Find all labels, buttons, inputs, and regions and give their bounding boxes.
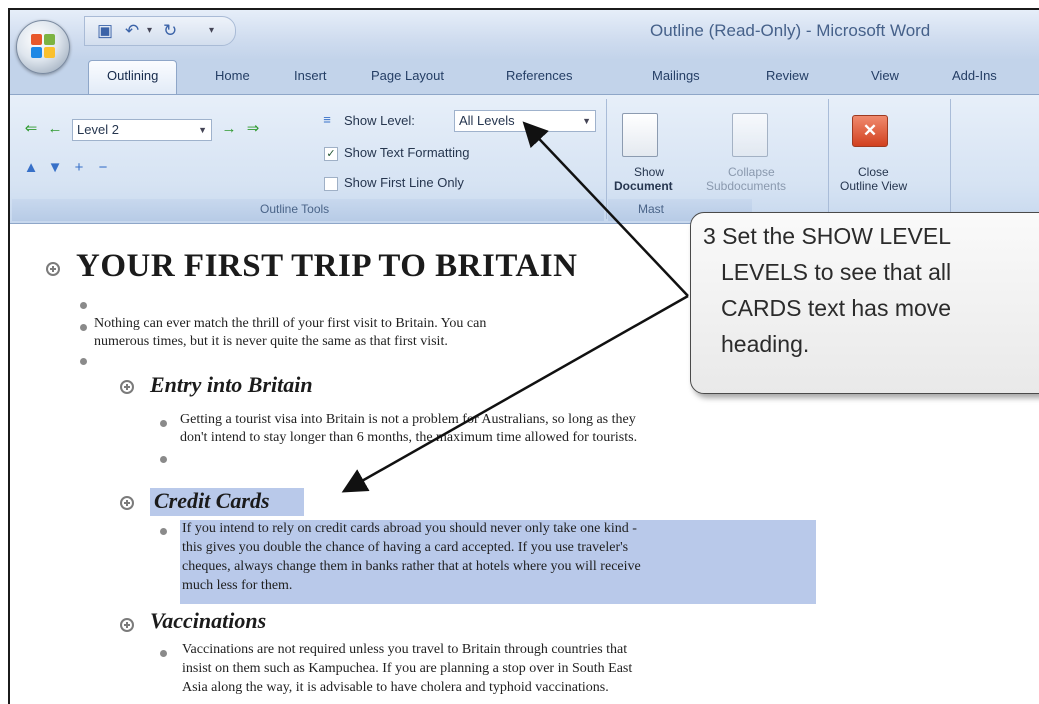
- chevron-down-icon: ▼: [198, 125, 207, 135]
- close-icon: ✕: [852, 115, 888, 147]
- heading-level-1: YOUR FIRST TRIP TO BRITAIN: [76, 248, 578, 284]
- demote-icon[interactable]: →: [218, 118, 240, 140]
- close-label-2: Outline View: [840, 179, 908, 193]
- chevron-down-icon: ▼: [582, 116, 591, 126]
- expand-icon[interactable]: +: [68, 157, 90, 179]
- section-text-line: If you intend to rely on credit cards ab…: [182, 521, 637, 536]
- show-first-line-only-checkbox[interactable]: [324, 177, 338, 191]
- body-text-bullet-icon[interactable]: [80, 302, 87, 309]
- ribbon-tabs: Outlining Home Insert Page Layout Refere…: [10, 60, 1039, 94]
- tab-references[interactable]: References: [506, 68, 572, 83]
- body-text-bullet-icon[interactable]: [80, 324, 87, 331]
- tab-insert[interactable]: Insert: [294, 68, 327, 83]
- tab-add-ins[interactable]: Add-Ins: [952, 68, 997, 83]
- customize-qat-icon[interactable]: ▾: [209, 21, 214, 41]
- master-document-group-label: Mast: [638, 202, 665, 216]
- body-text-bullet-icon[interactable]: [160, 456, 167, 463]
- tab-review[interactable]: Review: [766, 68, 809, 83]
- outline-level-select[interactable]: Level 2 ▼: [72, 119, 212, 141]
- ribbon: Outline Tools ⇐ ← Level 2 ▼ → ⇒ ▲ ▼ + − …: [10, 94, 1039, 224]
- section-text-line: much less for them.: [182, 578, 293, 593]
- callout-line-2: LEVELS to see that all: [721, 259, 952, 285]
- body-text-bullet-icon[interactable]: [160, 528, 167, 535]
- promote-to-heading1-icon[interactable]: ⇐: [20, 118, 42, 140]
- group-separator: [950, 99, 951, 219]
- section-text-line: insist on them such as Kampuchea. If you…: [182, 661, 633, 676]
- show-level-value: All Levels: [459, 113, 515, 128]
- section-text-line: Asia along the way, it is advisable to h…: [182, 680, 609, 695]
- show-document-label-1: Show: [634, 165, 665, 179]
- show-level-icon: ≡: [323, 112, 331, 127]
- heading-entry-into-britain: Entry into Britain: [150, 372, 313, 397]
- outline-level-value: Level 2: [77, 122, 119, 137]
- outline-tools-group-label: Outline Tools: [260, 202, 330, 216]
- section-text-line: Getting a tourist visa into Britain is n…: [180, 412, 636, 427]
- heading-credit-cards: Credit Cards: [154, 488, 270, 513]
- redo-icon[interactable]: ↻: [163, 21, 177, 41]
- demote-to-body-text-icon[interactable]: ⇒: [242, 118, 264, 140]
- show-text-formatting-checkbox[interactable]: ✓: [324, 147, 338, 161]
- body-text-bullet-icon[interactable]: [160, 650, 167, 657]
- section-text-line: don't intend to stay longer than 6 month…: [180, 430, 638, 445]
- outline-expand-symbol-icon[interactable]: [120, 380, 134, 394]
- section-text-line: this gives you double the chance of havi…: [182, 540, 629, 555]
- section-text-line: cheques, always change them in banks rat…: [182, 559, 641, 574]
- move-up-icon[interactable]: ▲: [20, 157, 42, 179]
- tab-mailings[interactable]: Mailings: [652, 68, 700, 83]
- intro-text-line-2: numerous times, but it is never quite th…: [94, 334, 448, 349]
- promote-icon[interactable]: ←: [44, 118, 66, 140]
- heading-vaccinations: Vaccinations: [150, 608, 267, 633]
- outline-expand-symbol-icon[interactable]: [120, 618, 134, 632]
- outline-expand-symbol-icon[interactable]: [46, 262, 60, 276]
- title-bar: ▣ ↶ ▾ ↻ ▾ Outline (Read-Only) - Microsof…: [10, 10, 1039, 60]
- callout-line-4: heading.: [721, 331, 810, 357]
- tab-outlining[interactable]: Outlining: [88, 60, 178, 94]
- group-separator: [606, 99, 607, 219]
- show-first-line-only-label: Show First Line Only: [344, 175, 464, 190]
- word-window: ▣ ↶ ▾ ↻ ▾ Outline (Read-Only) - Microsof…: [8, 8, 1039, 704]
- collapse-label-1: Collapse: [728, 165, 775, 179]
- show-document-label-2: Document: [614, 179, 673, 193]
- outline-expand-symbol-icon[interactable]: [120, 496, 134, 510]
- office-logo-icon: [31, 34, 55, 58]
- save-icon[interactable]: ▣: [97, 21, 113, 41]
- tab-page-layout[interactable]: Page Layout: [371, 68, 444, 83]
- quick-access-toolbar: ▣ ↶ ▾ ↻ ▾: [84, 16, 236, 46]
- intro-text-line-1: Nothing can ever match the thrill of you…: [94, 316, 487, 331]
- show-level-label: Show Level:: [344, 113, 415, 128]
- tab-home[interactable]: Home: [215, 68, 250, 83]
- section-text-line: Vaccinations are not required unless you…: [182, 642, 628, 657]
- office-button[interactable]: [16, 20, 70, 74]
- undo-icon[interactable]: ↶: [125, 21, 139, 41]
- document-icon: [622, 113, 658, 157]
- move-down-icon[interactable]: ▼: [44, 157, 66, 179]
- subdocument-icon: [732, 113, 768, 157]
- callout-line-1: 3 Set the SHOW LEVEL: [703, 223, 952, 249]
- show-level-select[interactable]: All Levels ▼: [454, 110, 596, 132]
- instruction-callout: 3 Set the SHOW LEVEL LEVELS to see that …: [690, 212, 1039, 394]
- undo-dropdown-icon[interactable]: ▾: [147, 21, 152, 41]
- close-label-1: Close: [858, 165, 889, 179]
- show-text-formatting-label: Show Text Formatting: [344, 145, 470, 160]
- body-text-bullet-icon[interactable]: [160, 420, 167, 427]
- window-title: Outline (Read-Only) - Microsoft Word: [650, 21, 931, 40]
- group-separator: [828, 99, 829, 219]
- collapse-icon[interactable]: −: [92, 157, 114, 179]
- tab-view[interactable]: View: [871, 68, 899, 83]
- body-text-bullet-icon[interactable]: [80, 358, 87, 365]
- collapse-label-2: Subdocuments: [706, 179, 787, 193]
- callout-line-3: CARDS text has move: [721, 295, 952, 321]
